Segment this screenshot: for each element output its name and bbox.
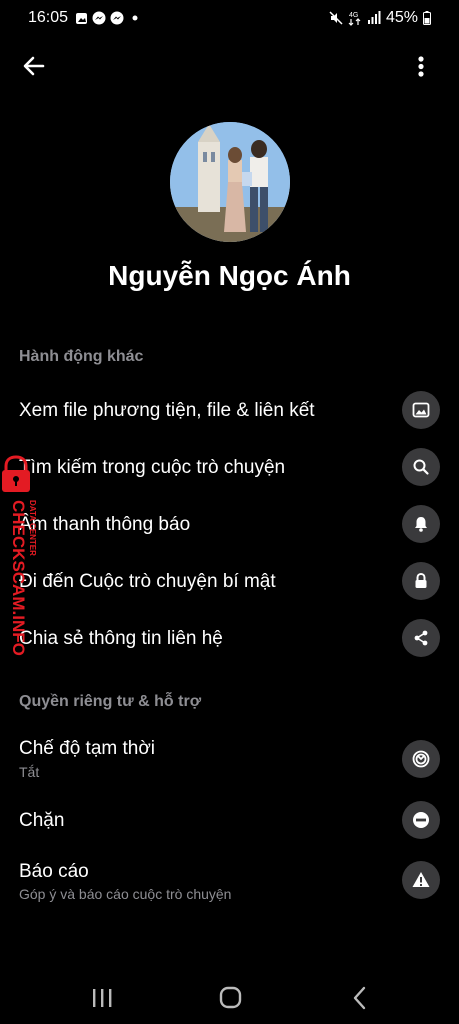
profile-name: Nguyễn Ngọc Ánh	[108, 260, 351, 291]
home-icon[interactable]	[210, 984, 250, 1012]
battery-percent: 45%	[385, 9, 418, 26]
watermark: CHECKSCAM.INFO DATA CENTER	[0, 452, 40, 682]
privacy-sublabel: Góp ý và báo cáo cuộc trò chuyện	[19, 886, 232, 902]
action-view-media[interactable]: Xem file phương tiện, file & liên kết	[0, 390, 459, 430]
battery-icon	[423, 11, 431, 25]
system-nav-bar	[0, 968, 459, 1024]
section-title-privacy-support: Quyền riêng tư & hỗ trợ	[19, 693, 202, 710]
image-icon	[402, 391, 440, 429]
action-label: Đi đến Cuộc trò chuyện bí mật	[19, 571, 276, 592]
mute-icon	[329, 11, 343, 25]
nav-back-icon[interactable]	[340, 984, 380, 1012]
action-search-conversation[interactable]: Tìm kiếm trong cuộc trò chuyện	[0, 447, 459, 487]
privacy-sublabel: Tắt	[19, 764, 40, 780]
warning-icon	[402, 861, 440, 899]
action-secret-conversation[interactable]: Đi đến Cuộc trò chuyện bí mật	[0, 561, 459, 601]
privacy-label: Chặn	[19, 810, 65, 831]
status-right: 4G 45%	[329, 9, 431, 27]
top-bar	[0, 46, 459, 86]
svg-text:4G: 4G	[349, 12, 358, 19]
action-notification-sound[interactable]: Âm thanh thông báo	[0, 504, 459, 544]
recents-icon[interactable]	[82, 984, 122, 1012]
privacy-block[interactable]: Chặn	[0, 800, 459, 840]
arrow-left-icon[interactable]	[18, 50, 50, 82]
privacy-report[interactable]: Báo cáo Góp ý và báo cáo cuộc trò chuyện	[0, 858, 459, 906]
block-icon	[402, 801, 440, 839]
watermark-text: CHECKSCAM.INFO	[9, 500, 28, 656]
messenger-icon	[92, 11, 106, 25]
action-share-contact[interactable]: Chia sẻ thông tin liên hệ	[0, 618, 459, 658]
status-time: 16:05	[28, 9, 69, 26]
privacy-vanish-mode[interactable]: Chế độ tạm thời Tắt	[0, 735, 459, 785]
privacy-label: Báo cáo	[19, 861, 89, 882]
messenger-icon	[110, 11, 124, 25]
avatar[interactable]	[170, 122, 290, 242]
avatar-photo	[170, 122, 290, 242]
more-vertical-icon[interactable]	[411, 50, 431, 82]
signal-icon	[367, 11, 381, 24]
vanish-mode-icon	[402, 740, 440, 778]
search-icon	[402, 448, 440, 486]
share-icon	[402, 619, 440, 657]
dot-icon	[132, 15, 138, 21]
action-label: Âm thanh thông báo	[19, 514, 191, 535]
lock-icon	[402, 562, 440, 600]
section-title-more-actions: Hành động khác	[19, 348, 144, 365]
status-notification-icons	[75, 11, 140, 25]
watermark-subtext: DATA CENTER	[28, 500, 37, 556]
privacy-label: Chế độ tạm thời	[19, 738, 156, 759]
action-label: Tìm kiếm trong cuộc trò chuyện	[19, 457, 286, 478]
watermark-logo: CHECKSCAM.INFO DATA CENTER	[2, 455, 37, 656]
status-bar: 16:05 4G 45%	[0, 0, 459, 36]
bell-icon	[402, 505, 440, 543]
4g-icon: 4G	[348, 12, 361, 26]
action-label: Chia sẻ thông tin liên hệ	[19, 628, 223, 649]
action-label: Xem file phương tiện, file & liên kết	[19, 400, 315, 421]
gallery-icon	[76, 12, 87, 24]
